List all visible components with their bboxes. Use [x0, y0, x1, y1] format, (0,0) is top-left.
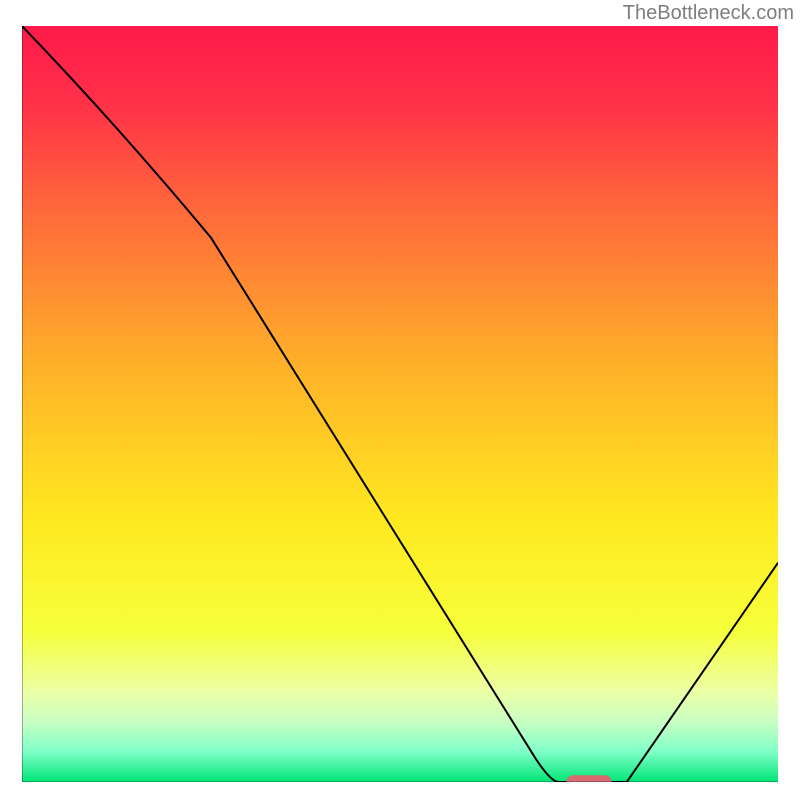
chart-svg [22, 26, 778, 782]
attribution-text: TheBottleneck.com [623, 2, 794, 25]
optimal-marker [566, 775, 611, 782]
bottleneck-chart [22, 26, 778, 782]
chart-background [22, 26, 778, 782]
